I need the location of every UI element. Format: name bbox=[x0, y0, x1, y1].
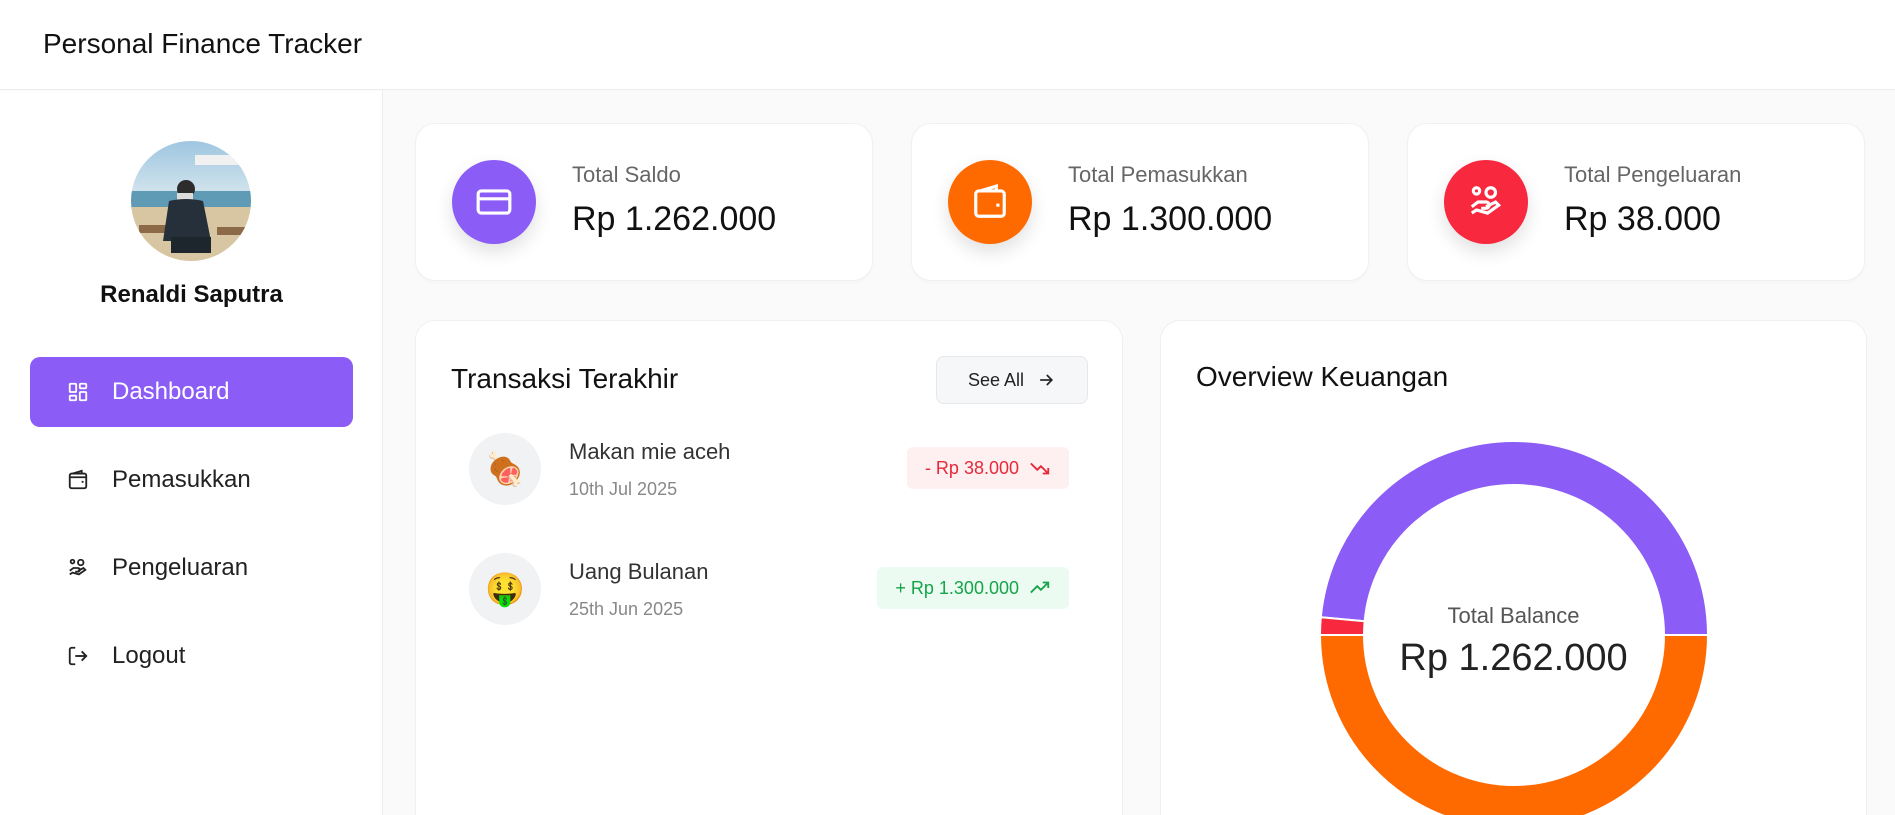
trending-down-icon bbox=[1030, 462, 1050, 475]
transaction-name: Makan mie aceh bbox=[569, 439, 731, 464]
donut-chart bbox=[1318, 440, 1710, 815]
credit-card-icon bbox=[452, 160, 536, 244]
sidebar-item-logout[interactable]: Logout bbox=[30, 621, 353, 691]
stat-value: Rp 1.262.000 bbox=[572, 200, 777, 238]
transaction-date: 10th Jul 2025 bbox=[569, 479, 678, 499]
user-name: Renaldi Saputra bbox=[100, 281, 283, 308]
transaction-name: Uang Bulanan bbox=[569, 559, 709, 584]
sidebar-item-label: Logout bbox=[112, 642, 186, 669]
sidebar-item-dashboard[interactable]: Dashboard bbox=[30, 357, 353, 427]
see-all-button[interactable]: See All bbox=[936, 356, 1088, 404]
transaction-amount-text: - Rp 38.000 bbox=[924, 457, 1019, 478]
sidebar-item-pemasukkan[interactable]: Pemasukkan bbox=[30, 445, 353, 515]
stat-card-total-pemasukkan: Total Pemasukkan Rp 1.300.000 bbox=[911, 123, 1369, 281]
donut-center-label: Total Balance bbox=[1447, 603, 1580, 628]
logout-icon bbox=[66, 644, 90, 668]
stat-card-total-pengeluaran: Total Pengeluaran Rp 38.000 bbox=[1407, 123, 1865, 281]
stat-label: Total Saldo bbox=[572, 162, 681, 187]
food-icon: 🍖 bbox=[469, 433, 541, 505]
top-bar: Personal Finance Tracker bbox=[0, 0, 1895, 90]
see-all-label: See All bbox=[967, 369, 1025, 390]
donut-center-value: Rp 1.262.000 bbox=[1399, 637, 1628, 679]
transaction-amount-text: + Rp 1.300.000 bbox=[895, 577, 1019, 598]
arrow-right-icon bbox=[1040, 374, 1054, 386]
stat-value: Rp 38.000 bbox=[1564, 200, 1721, 238]
wallet-icon bbox=[948, 160, 1032, 244]
stat-card-total-saldo: Total Saldo Rp 1.262.000 bbox=[415, 123, 873, 281]
app-title: Personal Finance Tracker bbox=[43, 28, 363, 59]
sidebar-item-label: Pemasukkan bbox=[112, 466, 251, 493]
money-face-icon: 🤑 bbox=[469, 553, 541, 625]
stat-label: Total Pengeluaran bbox=[1564, 162, 1742, 187]
trending-up-icon bbox=[1030, 581, 1050, 594]
sidebar-item-pengeluaran[interactable]: Pengeluaran bbox=[30, 533, 353, 603]
transaction-row[interactable]: 🤑 Uang Bulanan 25th Jun 2025 + Rp 1.300.… bbox=[469, 553, 1069, 625]
stat-value: Rp 1.300.000 bbox=[1068, 200, 1273, 238]
hand-coins-icon bbox=[1444, 160, 1528, 244]
sidebar: Renaldi Saputra Dashboard Pemasukkan Pen… bbox=[0, 91, 383, 815]
hand-coins-icon bbox=[66, 556, 90, 580]
dashboard-icon bbox=[66, 380, 90, 404]
panel-title: Transaksi Terakhir bbox=[451, 363, 679, 394]
transaction-amount: - Rp 38.000 bbox=[906, 447, 1069, 489]
overview-panel: Overview Keuangan Total Balance Rp 1.262… bbox=[1160, 320, 1867, 815]
wallet-icon bbox=[66, 468, 90, 492]
transaction-row[interactable]: 🍖 Makan mie aceh 10th Jul 2025 - Rp 38.0… bbox=[469, 433, 1069, 505]
stat-label: Total Pemasukkan bbox=[1068, 162, 1248, 187]
transaction-date: 25th Jun 2025 bbox=[569, 599, 684, 619]
avatar[interactable] bbox=[131, 141, 251, 261]
sidebar-item-label: Pengeluaran bbox=[112, 554, 249, 581]
transaction-amount: + Rp 1.300.000 bbox=[877, 567, 1069, 609]
recent-transactions-panel: Transaksi Terakhir See All 🍖 Makan mie a… bbox=[415, 320, 1123, 815]
sidebar-item-label: Dashboard bbox=[112, 378, 230, 405]
